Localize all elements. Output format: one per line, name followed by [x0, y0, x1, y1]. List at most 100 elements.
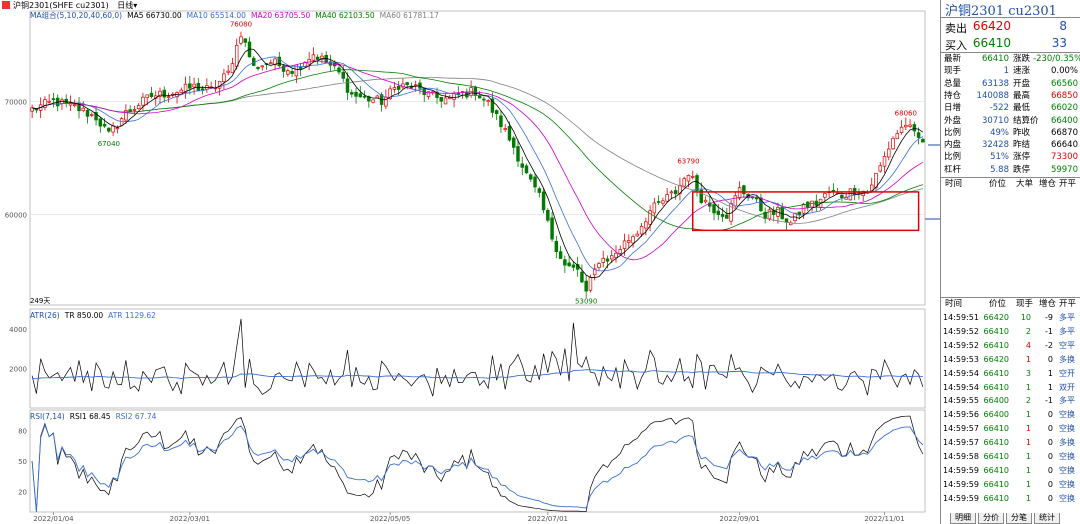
candle	[605, 258, 610, 262]
quote-cell: 开盘	[1013, 78, 1031, 89]
tab-3[interactable]: 统计	[1034, 513, 1060, 524]
candle	[371, 99, 375, 103]
candle	[256, 66, 260, 69]
trade-type: 空换	[1059, 479, 1075, 489]
candle	[703, 199, 708, 203]
trade-price: 66410	[983, 340, 1009, 350]
annotation-low2: 53090	[575, 298, 597, 306]
trade-vol: 1	[1025, 410, 1031, 420]
trade-price: 66410	[983, 479, 1009, 489]
candle	[73, 104, 77, 107]
candle	[192, 83, 196, 88]
quote-panel: 沪铜2301 cu2301 卖出 66420 8 买入 66410 33 最新 6…	[940, 0, 1080, 524]
candle	[644, 221, 648, 229]
candle	[350, 92, 354, 95]
trade-vol: 2	[1025, 396, 1031, 406]
candle	[239, 36, 243, 44]
trade-chg: 0	[1047, 410, 1053, 420]
trade-chg: 1	[1047, 382, 1053, 392]
candle	[34, 108, 39, 111]
trade-time: 14:59:54	[943, 368, 979, 378]
candle	[473, 86, 478, 96]
rsi-axis-label: 50	[18, 458, 27, 466]
candle	[179, 89, 184, 93]
tab-1[interactable]: 分价	[978, 513, 1004, 524]
candle	[230, 63, 235, 74]
candle	[546, 209, 550, 221]
trade-price: 66400	[983, 396, 1009, 406]
trade-type: 空换	[1059, 410, 1075, 420]
ma-legend-item: MA20 63705.50	[250, 11, 311, 20]
quote-cell: 30710	[981, 115, 1009, 126]
quote-row: 最新 66410 涨跌 -230/0.35%	[941, 53, 1080, 65]
candle	[85, 109, 90, 117]
ma-legend: MA组合(5,10,20,40,60,0) MA5 66730.00 MA10 65…	[30, 11, 444, 21]
candle	[720, 214, 725, 217]
quote-cell: 涨停	[1013, 152, 1031, 163]
rsi-legend-item: RSI2 67.74	[115, 412, 157, 421]
quote-cell: 1	[1003, 66, 1009, 77]
annotation-high2: 63790	[677, 158, 699, 166]
candle	[554, 240, 559, 252]
candle	[533, 176, 537, 188]
candle	[47, 100, 51, 103]
candle	[507, 125, 512, 141]
quote-cell: 73300	[1050, 152, 1078, 163]
candle	[362, 95, 367, 98]
candle	[669, 191, 674, 194]
moving-averages	[32, 48, 924, 279]
candle	[226, 70, 230, 73]
trade-time: 14:59:56	[943, 410, 979, 420]
candle	[196, 82, 201, 91]
candle	[315, 56, 320, 60]
candle	[916, 132, 921, 138]
trade-type: 多平	[1059, 396, 1075, 406]
trade-chg: -1	[1045, 326, 1053, 336]
candle	[869, 184, 874, 191]
candle	[682, 178, 686, 187]
candle	[563, 259, 567, 266]
kline-chart[interactable]: 76080 67040 53090 63790 68060 249天 70000 60000…	[0, 0, 940, 524]
candle	[567, 262, 571, 267]
buy-row: 买入 66410 33	[941, 35, 1080, 52]
candle	[354, 91, 358, 97]
tick-header: 时间 价位 大单 增仓 开平	[941, 178, 1080, 190]
quote-cell: 66560	[1050, 78, 1078, 89]
buy-label: 买入	[945, 39, 967, 52]
candle	[673, 190, 678, 195]
buy-volume: 33	[1051, 36, 1067, 50]
quote-cell: 最高	[1013, 90, 1031, 101]
trade-type: 双开	[1059, 382, 1075, 392]
candle	[588, 277, 593, 291]
candle	[413, 84, 418, 87]
trade-price: 66410	[983, 465, 1009, 475]
quote-cell: 速涨	[1013, 66, 1031, 77]
trade-type: 空换	[1059, 424, 1075, 434]
quote-cell: 日增	[944, 103, 962, 114]
trade-vol: 1	[1025, 452, 1031, 461]
trade-vol: 1	[1025, 479, 1031, 489]
trade-row: 14:59:58 66410 1 0 空换	[941, 450, 1080, 464]
candle	[665, 194, 669, 202]
candle	[891, 137, 895, 150]
tab-0[interactable]: 明细	[950, 513, 976, 524]
candle	[162, 89, 166, 98]
candle	[810, 200, 814, 208]
candle	[661, 200, 665, 204]
quote-row: 外盘 30710 结算价 66400	[941, 115, 1080, 127]
trade-time: 14:59:52	[943, 326, 979, 336]
quote-cell: 最新	[944, 54, 962, 64]
candle	[733, 195, 738, 207]
trade-type: 空开	[1059, 368, 1075, 378]
candlesticks	[30, 31, 925, 299]
trade-row: 14:59:59 66410 1 0 空换	[941, 464, 1080, 478]
candle	[912, 124, 917, 132]
trade-chg: 0	[1047, 479, 1053, 489]
candle	[494, 110, 499, 114]
candle	[396, 85, 401, 90]
candle	[571, 264, 576, 268]
tab-2[interactable]: 分笔	[1006, 513, 1032, 524]
date-axis-label: 2022/11/01	[864, 515, 904, 523]
candle	[882, 156, 887, 167]
trade-price: 66410	[983, 493, 1009, 503]
